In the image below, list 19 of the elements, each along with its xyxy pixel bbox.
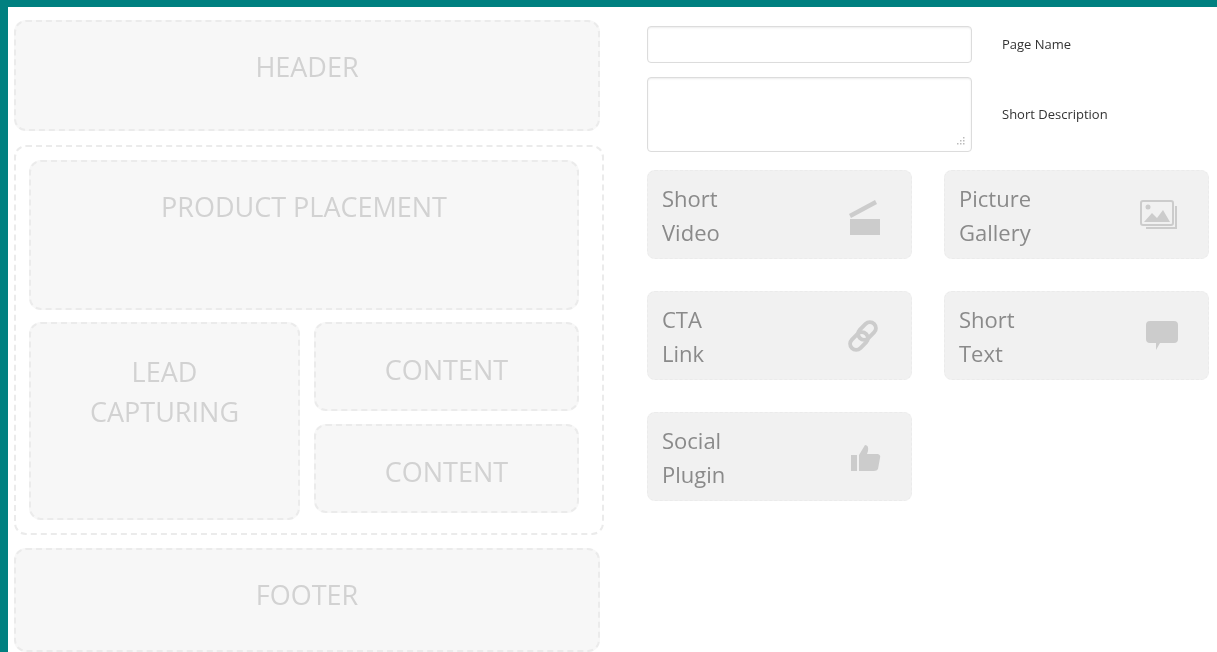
field-label: Short Description	[1002, 104, 1108, 125]
link-icon	[845, 317, 881, 354]
thumbs-up-icon	[851, 442, 881, 471]
speech-bubble-icon	[1146, 320, 1178, 351]
widget-label: Social Plugin	[662, 423, 727, 491]
widget-tile[interactable]: Picture Gallery	[944, 170, 1209, 259]
widget-tile[interactable]: Short Video	[647, 170, 912, 259]
description-field[interactable]	[647, 77, 972, 152]
widget-label: CTA Link	[662, 302, 706, 370]
widget-label: Short Text	[959, 302, 1016, 370]
widget-tile[interactable]: Social Plugin	[647, 412, 912, 501]
widget-tile[interactable]: CTA Link	[647, 291, 912, 380]
widget-label: Picture Gallery	[959, 181, 1032, 249]
field-label: Page Name	[1002, 34, 1072, 55]
widget-label: Short Video	[662, 181, 721, 249]
page-name-field[interactable]	[647, 26, 972, 63]
resize-handle-icon	[957, 137, 965, 145]
image-icon	[1140, 199, 1178, 230]
widget-tile[interactable]: Short Text	[944, 291, 1209, 380]
